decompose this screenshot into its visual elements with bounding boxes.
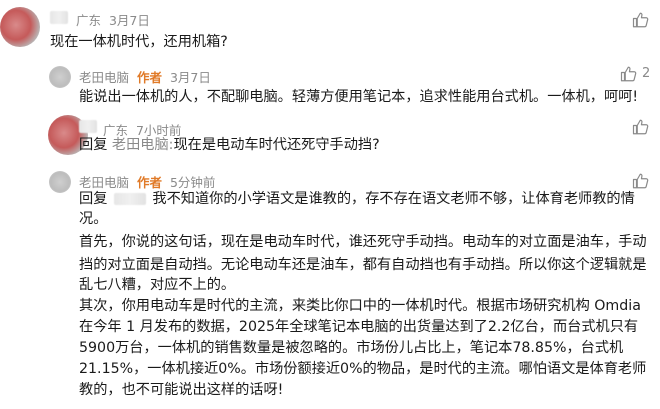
comment-text-line: 5900万台，一体机的销售数量是被忽略的。市场份儿占比上，笔记本78.85%，台… — [79, 340, 624, 356]
comment-text: 现在一体机时代，还用机箱? — [50, 34, 228, 50]
thumbs-up-icon[interactable] — [632, 118, 650, 136]
avatar[interactable] — [0, 7, 40, 47]
author-name[interactable]: 老田电脑 — [79, 70, 129, 85]
author-badge: 作者 — [136, 70, 162, 85]
comment-text-line: 回复 我不知道你的小学语文是谁教的，存不存在语文老师不够，让体育老师教的情 — [79, 188, 635, 212]
comment-text-line: 况。 — [79, 211, 108, 227]
comment-text-line: 在今年 1 月发布的数据，2025年全球笔记本电脑的出货量达到了2.2亿台，而台… — [79, 319, 639, 335]
reply-prefix: 回复 — [79, 191, 108, 207]
comment-meta: 广东 3月7日 — [76, 10, 150, 29]
comment-time: 3月7日 — [108, 13, 150, 28]
comment-meta: 老田电脑 作者 3月7日 — [79, 67, 211, 86]
reply-text: 现在是电动车时代还死守手动挡? — [173, 137, 380, 153]
thumbs-up-icon[interactable] — [620, 65, 638, 83]
comment-text-line: 首先，你说的这句话，现在是电动车时代，谁还死守手动挡。电动车的对立面是油车，手动 — [79, 234, 647, 250]
comment-text: 能说出一体机的人，不配聊电脑。轻薄方便用笔记本，追求性能用台式机。一体机，呵呵! — [79, 89, 639, 105]
username-redacted — [50, 11, 68, 24]
comment-text: 回复 老田电脑:现在是电动车时代还死守手动挡? — [79, 134, 380, 158]
reply-text: 我不知道你的小学语文是谁教的，存不存在语文老师不够，让体育老师教的情 — [152, 191, 635, 207]
comment-text-line: 21.15%，一体机接近0%。市场份额接近0%的物品，是时代的主流。哪怕语文是体… — [79, 361, 647, 377]
comment-text-line: 教的，也不可能说出这样的话呀! — [79, 382, 284, 398]
comment-text-line: 乱七八糟，对应不上的。 — [79, 277, 236, 293]
username-redacted — [79, 120, 97, 133]
comment-text-line: 其次，你用电动车是时代的主流，来类比你口中的一体机时代。根据市场研究机构 Omd… — [79, 298, 641, 314]
username-redacted — [113, 193, 146, 205]
avatar[interactable] — [49, 66, 71, 88]
comment-time: 3月7日 — [169, 70, 211, 85]
like-count: 2 — [642, 66, 651, 81]
reply-prefix: 回复 — [79, 137, 108, 153]
comment-region: 广东 — [76, 13, 102, 28]
reply-target[interactable]: 老田电脑: — [112, 137, 174, 153]
thumbs-up-icon[interactable] — [632, 11, 650, 29]
avatar[interactable] — [49, 171, 71, 193]
